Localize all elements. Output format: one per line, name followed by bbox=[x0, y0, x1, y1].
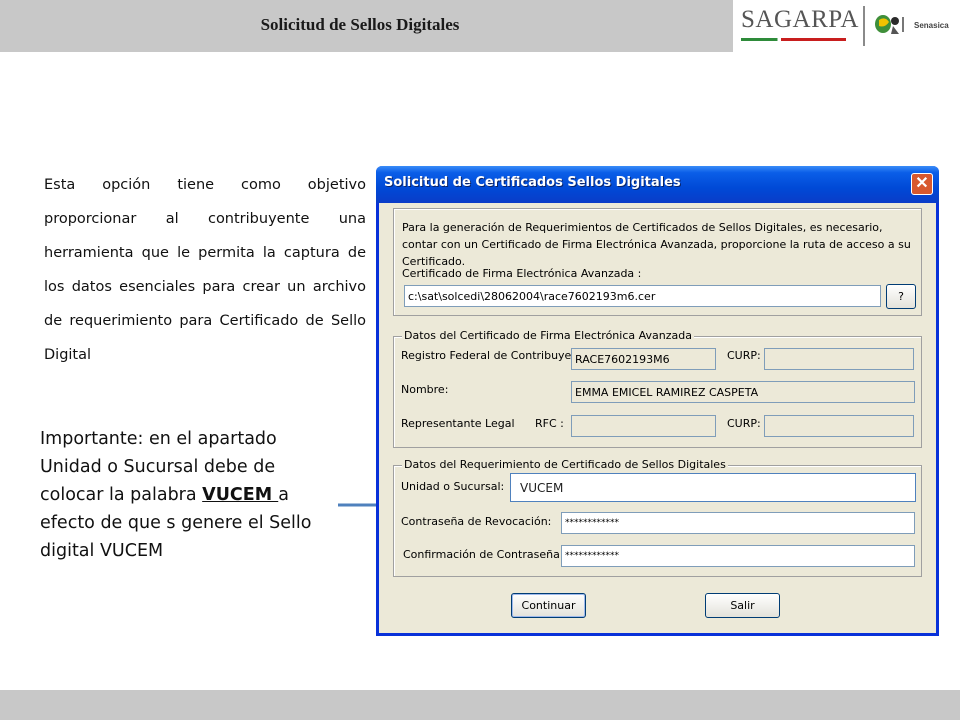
request-data-legend: Datos del Requerimiento de Certificado d… bbox=[402, 458, 728, 471]
slide-title: Solicitud de Sellos Digitales bbox=[260, 15, 460, 34]
cert-data-legend: Datos del Certificado de Firma Electróni… bbox=[402, 329, 694, 342]
curp-field bbox=[764, 348, 914, 370]
exit-button[interactable]: Salir bbox=[705, 593, 780, 618]
sagarpa-logo-stripe bbox=[741, 38, 846, 41]
rfc-field: RACE7602193M6 bbox=[571, 348, 716, 370]
rep-curp-label: CURP: bbox=[727, 417, 761, 430]
footer-band bbox=[0, 690, 960, 720]
logo-area: SAGARPA Senasica bbox=[733, 0, 960, 52]
logo-divider bbox=[863, 6, 865, 46]
rep-rfc-label: RFC : bbox=[535, 417, 564, 430]
revocation-password-field[interactable]: ************ bbox=[561, 512, 915, 534]
rfc-label: Registro Federal de Contribuyente: bbox=[401, 349, 594, 362]
rep-rfc-field bbox=[571, 415, 716, 437]
dialog-title: Solicitud de Certificados Sellos Digital… bbox=[384, 175, 681, 190]
rep-curp-field bbox=[764, 415, 914, 437]
intro-text: Para la generación de Requerimientos de … bbox=[402, 221, 911, 268]
unit-field[interactable]: VUCEM bbox=[510, 473, 916, 502]
confirm-label: Confirmación de Contraseña: bbox=[403, 548, 564, 561]
description-paragraph: Esta opción tiene como objetivo proporci… bbox=[44, 177, 366, 363]
important-note: Importante: en el apartado Unidad o Sucu… bbox=[40, 425, 340, 565]
senasica-logo-text: Senasica bbox=[914, 21, 949, 30]
unit-label: Unidad o Sucursal: bbox=[401, 480, 505, 493]
browse-button[interactable]: ? bbox=[886, 284, 916, 309]
curp-label: CURP: bbox=[727, 349, 761, 362]
dialog-window: Solicitud de Certificados Sellos Digital… bbox=[376, 166, 939, 636]
sagarpa-logo: SAGARPA bbox=[741, 6, 859, 33]
cert-path-label: Certificado de Firma Electrónica Avanzad… bbox=[402, 267, 642, 280]
intro-panel: Para la generación de Requerimientos de … bbox=[393, 208, 922, 316]
name-label: Nombre: bbox=[401, 383, 449, 396]
senasica-emblem-icon bbox=[875, 15, 904, 34]
important-keyword: VUCEM bbox=[202, 485, 279, 505]
name-field: EMMA EMICEL RAMIREZ CASPETA bbox=[571, 381, 915, 403]
close-button[interactable]: ✕ bbox=[911, 173, 933, 195]
cert-data-panel: Datos del Certificado de Firma Electróni… bbox=[393, 329, 922, 448]
cert-path-field[interactable]: c:\sat\solcedi\28062004\race7602193m6.ce… bbox=[404, 285, 881, 307]
revocation-label: Contraseña de Revocación: bbox=[401, 515, 552, 528]
dialog-titlebar[interactable]: Solicitud de Certificados Sellos Digital… bbox=[376, 166, 939, 203]
rep-label: Representante Legal bbox=[401, 417, 515, 430]
confirm-password-field[interactable]: ************ bbox=[561, 545, 915, 567]
continue-button[interactable]: Continuar bbox=[511, 593, 586, 618]
